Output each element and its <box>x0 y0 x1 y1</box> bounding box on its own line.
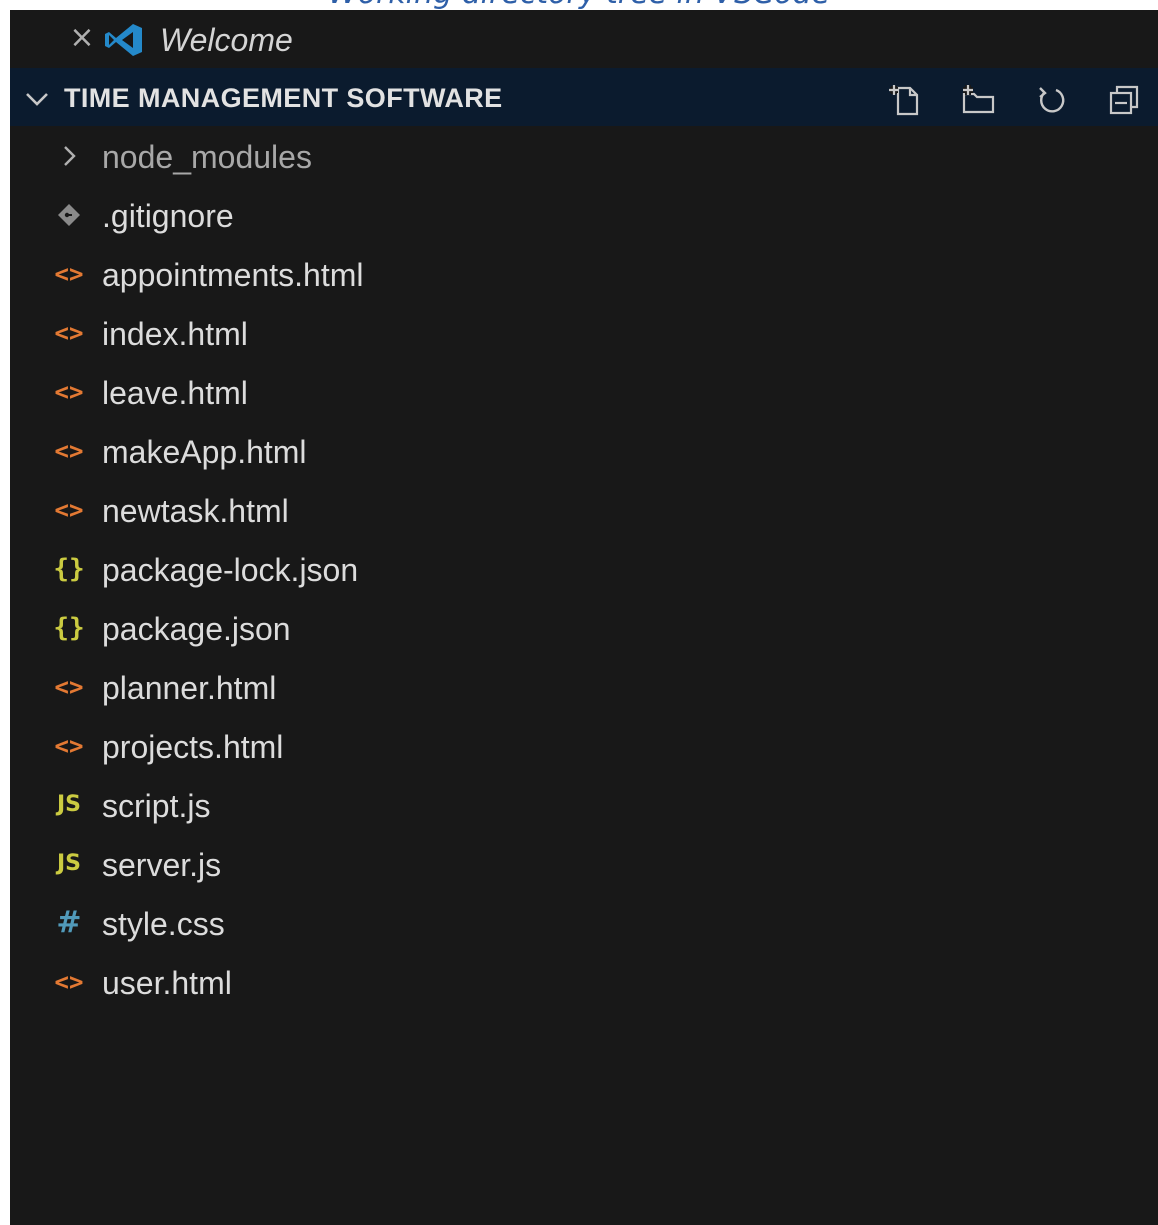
explorer-panel: × Welcome TIME MANAGEMENT SOFTWARE node_… <box>10 10 1158 1225</box>
tree-item-file[interactable]: <> newtask.html <box>10 481 1158 540</box>
tree-item-label: package.json <box>102 611 291 647</box>
tree-item-file[interactable]: JS script.js <box>10 776 1158 835</box>
new-file-icon[interactable] <box>886 82 922 118</box>
html-file-icon: <> <box>54 437 84 465</box>
tree-item-file[interactable]: <> leave.html <box>10 363 1158 422</box>
editor-tab-bar: × Welcome <box>10 10 1158 68</box>
tree-item-file[interactable]: JS server.js <box>10 835 1158 894</box>
tree-item-file[interactable]: <> appointments.html <box>10 245 1158 304</box>
tree-item-label: newtask.html <box>102 493 289 529</box>
figure-caption: Working directory tree in VSCode <box>0 0 1158 10</box>
js-file-icon: JS <box>56 851 82 876</box>
file-tree: node_modules .gitignore <> appointments.htm… <box>10 127 1158 1012</box>
tree-item-file[interactable]: <> makeApp.html <box>10 422 1158 481</box>
html-file-icon: <> <box>54 378 84 406</box>
tab-title[interactable]: Welcome <box>160 20 293 60</box>
json-file-icon: {} <box>53 554 85 584</box>
section-title: TIME MANAGEMENT SOFTWARE <box>64 83 503 113</box>
html-file-icon: <> <box>54 319 84 347</box>
tree-item-file[interactable]: <> user.html <box>10 953 1158 1012</box>
close-tab-icon[interactable]: × <box>66 20 98 56</box>
js-file-icon: JS <box>56 792 82 817</box>
html-file-icon: <> <box>54 260 84 288</box>
tree-item-label: .gitignore <box>102 198 234 234</box>
tree-item-file[interactable]: <> planner.html <box>10 658 1158 717</box>
tree-item-label: makeApp.html <box>102 434 307 470</box>
tree-item-label: appointments.html <box>102 257 364 293</box>
tree-item-label: node_modules <box>102 139 312 175</box>
html-file-icon: <> <box>54 496 84 524</box>
css-file-icon: # <box>56 905 82 940</box>
tree-item-file[interactable]: .gitignore <box>10 186 1158 245</box>
tree-item-label: script.js <box>102 788 211 824</box>
tree-item-file[interactable]: {} package.json <box>10 599 1158 658</box>
git-icon <box>52 196 86 234</box>
json-file-icon: {} <box>53 613 85 643</box>
new-folder-icon[interactable] <box>960 82 996 118</box>
tree-item-folder[interactable]: node_modules <box>10 127 1158 186</box>
tree-item-label: planner.html <box>102 670 277 706</box>
chevron-down-icon[interactable] <box>24 88 50 110</box>
tree-item-label: index.html <box>102 316 248 352</box>
html-file-icon: <> <box>54 968 84 996</box>
tree-item-label: projects.html <box>102 729 284 765</box>
collapse-all-icon[interactable] <box>1106 82 1142 118</box>
tree-item-label: server.js <box>102 847 222 883</box>
tree-item-label: style.css <box>102 906 225 942</box>
refresh-icon[interactable] <box>1034 82 1070 118</box>
html-file-icon: <> <box>54 673 84 701</box>
tree-item-label: package-lock.json <box>102 552 359 588</box>
vscode-logo-icon <box>104 22 144 58</box>
tree-item-file[interactable]: {} package-lock.json <box>10 540 1158 599</box>
tree-item-label: leave.html <box>102 375 248 411</box>
tree-item-file[interactable]: <> index.html <box>10 304 1158 363</box>
tree-item-file[interactable]: # style.css <box>10 894 1158 953</box>
chevron-right-icon <box>52 137 86 175</box>
explorer-section-header[interactable]: TIME MANAGEMENT SOFTWARE <box>10 68 1158 126</box>
tree-item-label: user.html <box>102 965 232 1001</box>
tree-item-file[interactable]: <> projects.html <box>10 717 1158 776</box>
html-file-icon: <> <box>54 732 84 760</box>
